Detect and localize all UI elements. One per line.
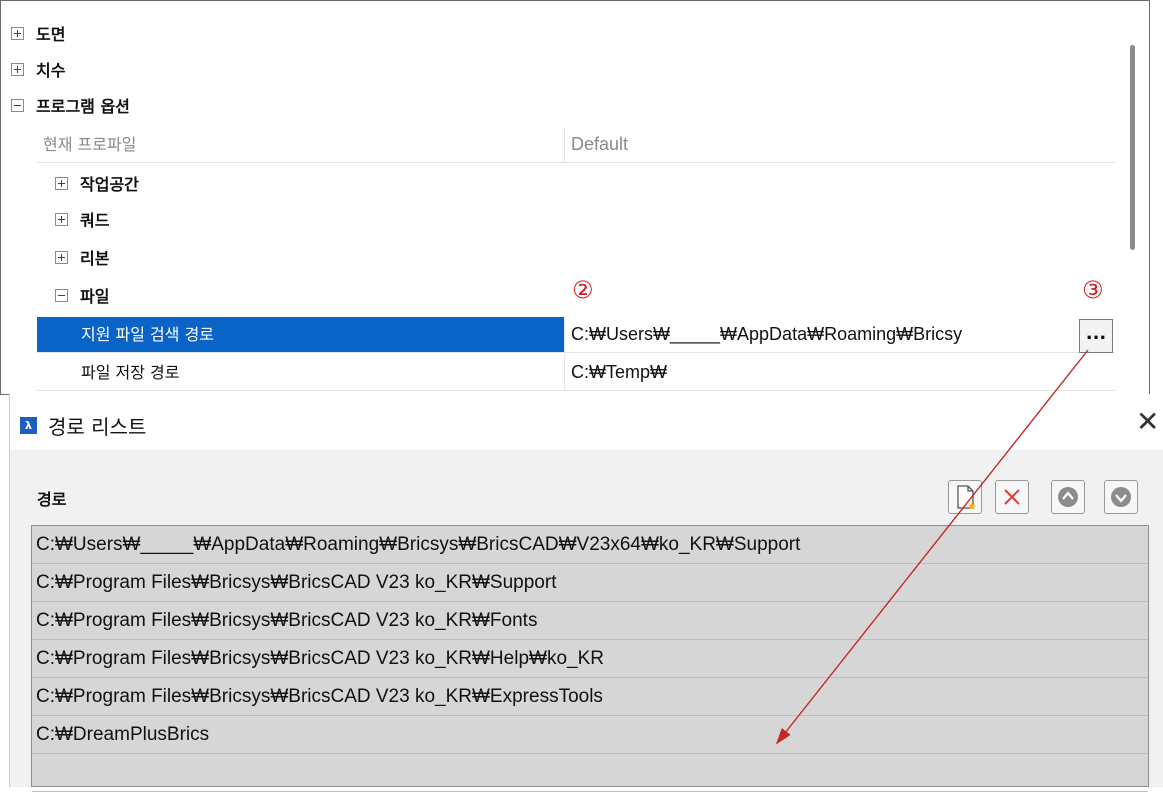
tree-node-label: 작업공간: [80, 175, 139, 194]
property-name: 파일 저장 경로: [37, 355, 565, 390]
tree-node-ribbon[interactable]: 리본: [55, 239, 109, 275]
vertical-scrollbar[interactable]: [1117, 1, 1149, 394]
collapse-minus-icon[interactable]: [55, 288, 68, 302]
scrollbar-thumb[interactable]: [1130, 45, 1135, 250]
tree-node-quad[interactable]: 쿼드: [55, 201, 109, 237]
path-list-item[interactable]: C:₩Users₩_____₩AppData₩Roaming₩Bricsys₩B…: [32, 526, 1148, 564]
collapse-minus-icon[interactable]: [11, 98, 24, 112]
property-row-save-path[interactable]: 파일 저장 경로 C:₩Temp₩: [37, 355, 1115, 391]
annotation-marker-2: ②: [572, 276, 594, 304]
path-list-item[interactable]: C:₩Program Files₩Bricsys₩BricsCAD V23 ko…: [32, 640, 1148, 678]
path-list-item[interactable]: C:₩Program Files₩Bricsys₩BricsCAD V23 ko…: [32, 602, 1148, 640]
path-list-item[interactable]: C:₩Program Files₩Bricsys₩BricsCAD V23 ko…: [32, 564, 1148, 602]
expand-plus-icon[interactable]: [11, 62, 24, 76]
property-row-support-path[interactable]: 지원 파일 검색 경로 C:₩Users₩_____₩AppData₩Roami…: [37, 317, 1115, 353]
tree-node-dimension[interactable]: 치수: [11, 51, 65, 87]
property-value[interactable]: C:₩Temp₩: [567, 355, 1115, 390]
path-list-dialog: λ 경로 리스트 ✕ 경로 C:₩Users₩_____₩AppData₩Roa…: [9, 394, 1163, 792]
browse-button[interactable]: ...: [1079, 319, 1113, 353]
tree-node-label: 쿼드: [80, 211, 110, 230]
dialog-title-bar: λ 경로 리스트 ✕: [10, 394, 1163, 450]
path-list[interactable]: C:₩Users₩_____₩AppData₩Roaming₩Bricsys₩B…: [31, 525, 1149, 792]
path-list-item[interactable]: C:₩Program Files₩Bricsys₩BricsCAD V23 ko…: [32, 678, 1148, 716]
tree-node-label: 도면: [36, 25, 66, 44]
dialog-title: 경로 리스트: [48, 415, 147, 439]
path-list-item-empty[interactable]: [32, 754, 1148, 792]
property-name: 현재 프로파일: [37, 127, 565, 162]
annotation-marker-3: ③: [1082, 276, 1104, 304]
delete-x-icon: [1004, 489, 1020, 505]
property-name-selected: 지원 파일 검색 경로: [37, 317, 565, 352]
expand-plus-icon[interactable]: [55, 212, 68, 226]
expand-plus-icon[interactable]: [55, 176, 68, 190]
expand-plus-icon[interactable]: [55, 250, 68, 264]
tree-node-program-options[interactable]: 프로그램 옵션: [11, 87, 130, 123]
move-down-button[interactable]: [1104, 480, 1138, 514]
tree-node-label: 리본: [80, 249, 110, 268]
tree-node-files[interactable]: 파일: [55, 277, 109, 313]
bricscad-app-icon: λ: [20, 417, 37, 434]
path-label: 경로: [37, 490, 67, 509]
new-path-button[interactable]: [948, 480, 982, 514]
move-down-icon: [1111, 487, 1131, 507]
tree-node-label: 파일: [80, 287, 110, 306]
tree-node-drawing[interactable]: 도면: [11, 15, 65, 51]
settings-tree-panel: 도면 치수 프로그램 옵션 현재 프로파일 Default 작업공간 쿼드 리본…: [0, 0, 1150, 395]
tree-node-workspace[interactable]: 작업공간: [55, 165, 139, 201]
expand-plus-icon[interactable]: [11, 26, 24, 40]
tree-node-label: 치수: [36, 61, 66, 80]
delete-path-button[interactable]: [995, 480, 1029, 514]
path-list-item[interactable]: C:₩DreamPlusBrics: [32, 716, 1148, 754]
move-up-icon: [1058, 487, 1078, 507]
new-file-icon: [957, 485, 976, 510]
property-value: Default: [571, 134, 629, 154]
support-path-value[interactable]: C:₩Users₩_____₩AppData₩Roaming₩Bricsy: [567, 317, 1075, 352]
tree-node-label: 프로그램 옵션: [36, 97, 130, 116]
property-row-current-profile[interactable]: 현재 프로파일 Default: [37, 127, 1115, 163]
close-icon[interactable]: ✕: [1136, 408, 1159, 436]
move-up-button[interactable]: [1051, 480, 1085, 514]
